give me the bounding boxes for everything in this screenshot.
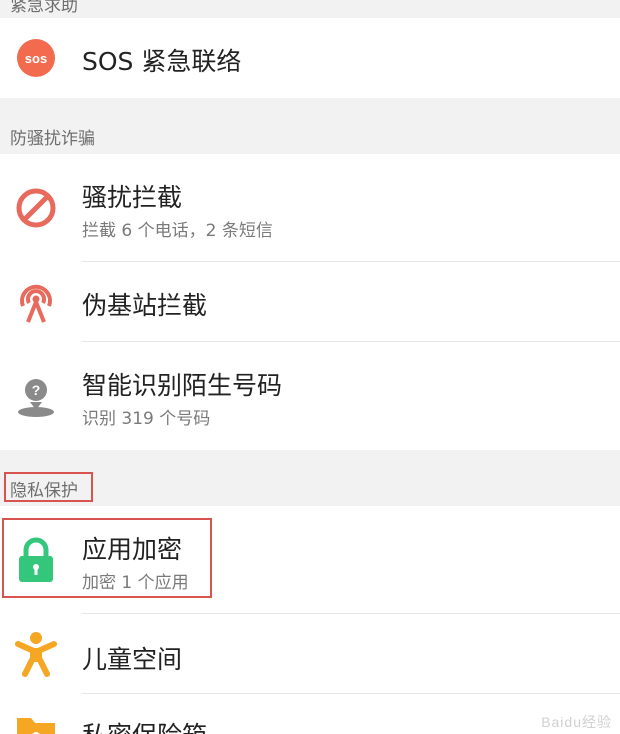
child-icon [14, 630, 58, 677]
list-item-safe-box[interactable]: 私密保险箱 [0, 694, 620, 734]
privacy-title-highlight [4, 472, 93, 502]
unknown-person-icon: ? [14, 374, 58, 418]
app-lock-highlight [2, 518, 212, 598]
sos-title: SOS 紧急联络 [82, 47, 242, 76]
list-item-smart-identify[interactable]: ? 智能识别陌生号码 识别 319 个号码 [0, 342, 620, 450]
sos-icon: sos [14, 36, 58, 80]
list-item-fake-station[interactable]: 伪基站拦截 [0, 262, 620, 342]
safe-box-title: 私密保险箱 [82, 716, 207, 734]
block-icon [14, 186, 58, 230]
kids-space-title: 儿童空间 [82, 645, 183, 674]
section-title-anti-fraud: 防骚扰诈骗 [10, 129, 95, 149]
watermark: Baidu经验 [541, 714, 612, 730]
section-header-privacy: 隐私保护 [0, 450, 620, 506]
list-item-harassment-block[interactable]: 骚扰拦截 拦截 6 个电话，2 条短信 [0, 154, 620, 262]
folder-icon [14, 712, 58, 734]
section-header-anti-fraud: 防骚扰诈骗 [0, 98, 620, 154]
smart-identify-title: 智能识别陌生号码 [82, 371, 283, 400]
signal-tower-icon [14, 280, 58, 324]
list-item-sos[interactable]: sos SOS 紧急联络 [0, 18, 620, 98]
list-item-kids-space[interactable]: 儿童空间 [0, 614, 620, 694]
harassment-title: 骚扰拦截 [82, 183, 183, 212]
harassment-subtitle: 拦截 6 个电话，2 条短信 [82, 221, 273, 241]
sos-icon-label: sos [25, 51, 47, 66]
section-title-emergency: 紧急求助 [10, 0, 78, 16]
svg-text:?: ? [32, 382, 41, 398]
smart-identify-subtitle: 识别 319 个号码 [82, 409, 211, 429]
fake-station-title: 伪基站拦截 [82, 291, 208, 320]
section-header-emergency: 紧急求助 [0, 0, 620, 18]
